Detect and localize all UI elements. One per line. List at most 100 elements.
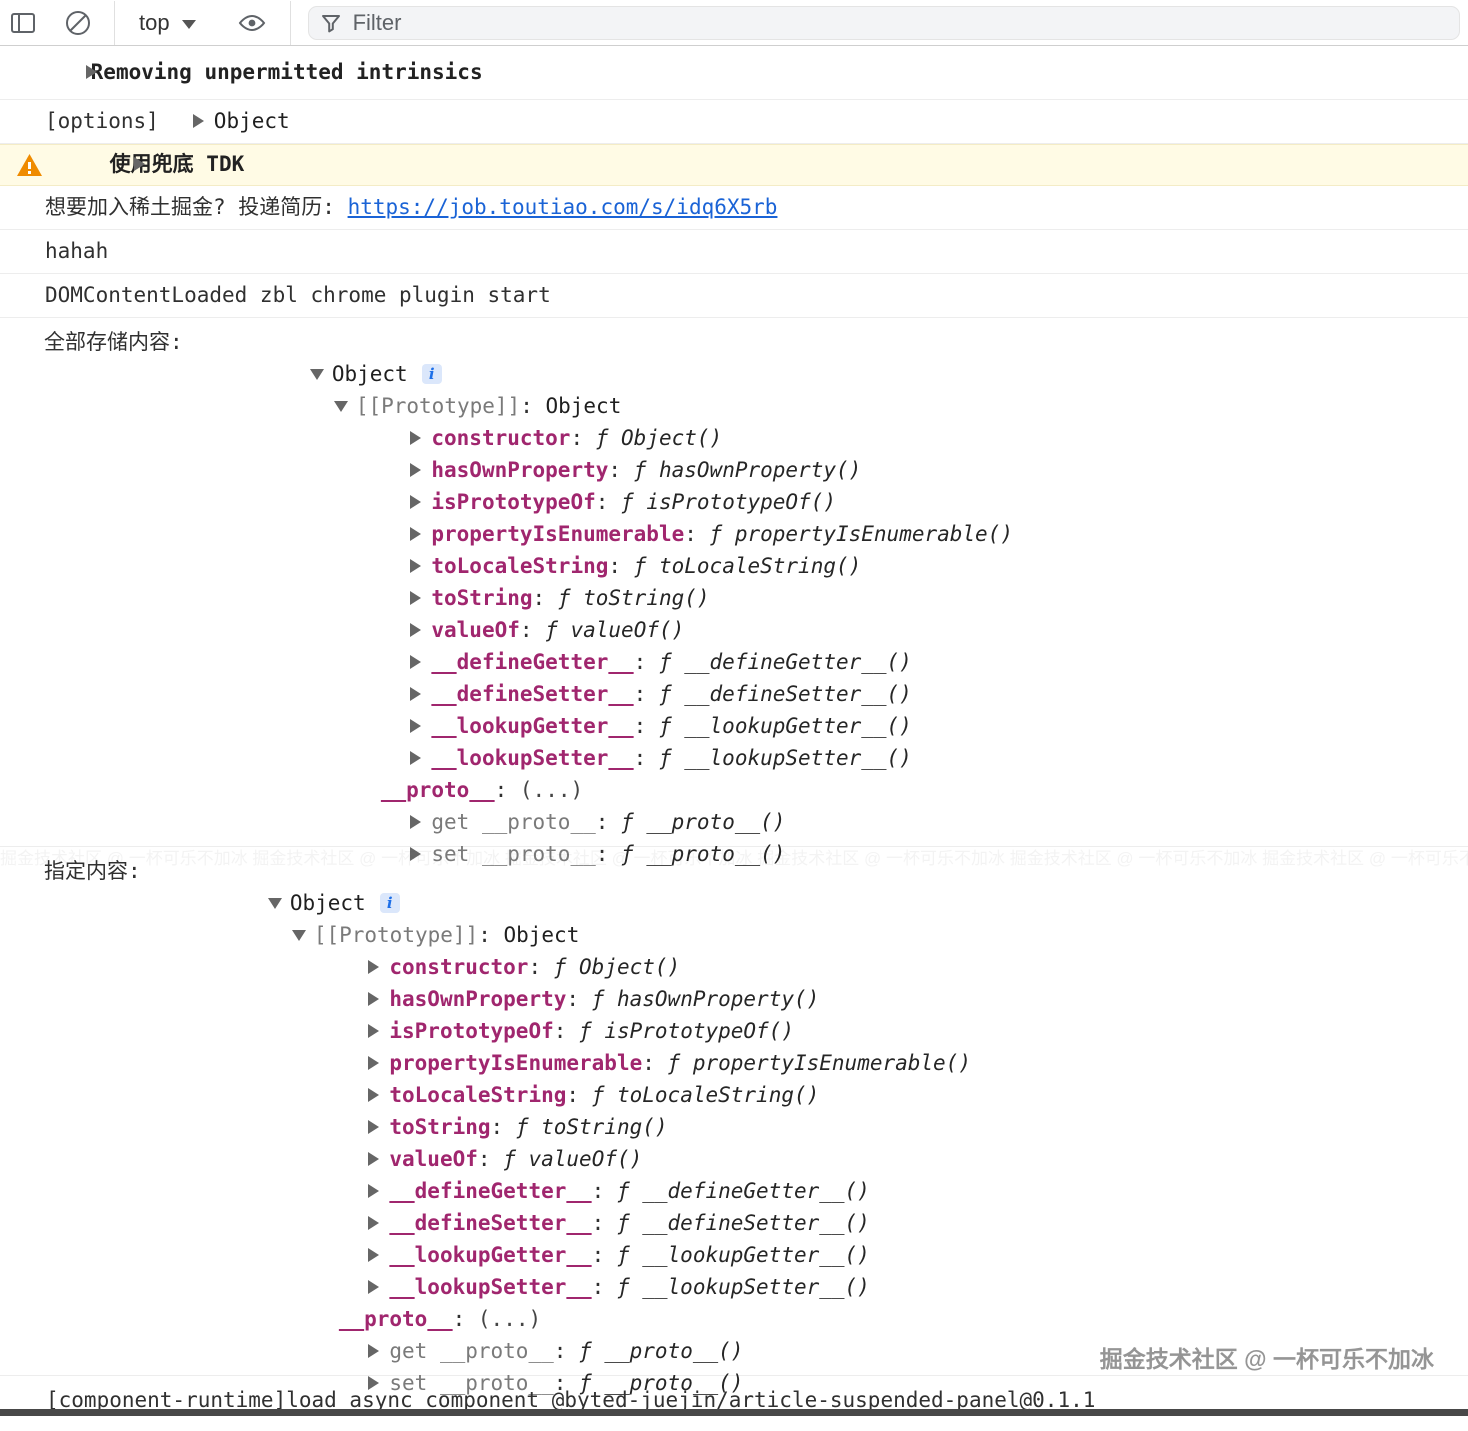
expand-arrow-icon[interactable] [368, 1216, 379, 1230]
expand-arrow-icon[interactable] [368, 1248, 379, 1262]
property-value: ƒ __defineGetter__() [617, 1179, 870, 1203]
object-label: Object [332, 362, 408, 386]
expand-arrow-icon[interactable] [410, 687, 421, 701]
colon: : [520, 394, 545, 418]
property-name: __proto__ [381, 778, 495, 802]
object-preview[interactable]: Object [193, 109, 290, 133]
filter-funnel-icon [319, 11, 343, 35]
expand-arrow-icon[interactable] [368, 1088, 379, 1102]
property-value: ƒ __defineSetter__() [659, 682, 912, 706]
expand-arrow-icon[interactable] [410, 431, 421, 445]
property-name: __defineGetter__ [389, 1179, 591, 1203]
property-value: ƒ valueOf() [503, 1147, 642, 1171]
colon: : [533, 586, 558, 610]
property-value: ƒ hasOwnProperty() [634, 458, 862, 482]
property-name: toString [431, 586, 532, 610]
property-name: __proto__ [339, 1307, 453, 1331]
toolbar-separator [114, 1, 115, 45]
property-name: __lookupSetter__ [431, 746, 633, 770]
property-value: ƒ propertyIsEnumerable() [668, 1051, 971, 1075]
collapse-arrow-icon[interactable] [310, 369, 324, 380]
property-name: constructor [431, 426, 570, 450]
property-name: __lookupGetter__ [431, 714, 633, 738]
bottom-divider-bar [0, 1409, 1468, 1416]
expand-arrow-icon[interactable] [368, 1184, 379, 1198]
expand-arrow-icon[interactable] [410, 559, 421, 573]
object-tree: Objecti [[Prototype]]: Object constructo… [167, 855, 971, 1367]
expand-ellipsis[interactable]: (...) [478, 1307, 541, 1331]
property-name: __lookupGetter__ [389, 1243, 591, 1267]
expand-arrow-icon[interactable] [410, 751, 421, 765]
property-name: valueOf [389, 1147, 478, 1171]
log-link[interactable]: https://job.toutiao.com/s/idq6X5rb [348, 195, 778, 219]
property-name: valueOf [431, 618, 520, 642]
filter-input[interactable] [353, 10, 1449, 36]
expand-arrow-icon[interactable] [134, 157, 145, 171]
colon: : [592, 1179, 617, 1203]
property-value: ƒ __defineSetter__() [617, 1211, 870, 1235]
javascript-context-selector[interactable]: top [139, 10, 196, 36]
property-name: isPrototypeOf [389, 1019, 553, 1043]
collapse-arrow-icon[interactable] [292, 930, 306, 941]
object-root-row[interactable]: Objecti [209, 326, 1013, 358]
console-group-row[interactable]: Removing unpermitted intrinsics [0, 46, 1468, 100]
expand-arrow-icon[interactable] [368, 960, 379, 974]
console-warning-row[interactable]: 使用兜底 TDK [0, 144, 1468, 186]
colon: : [566, 1083, 591, 1107]
property-name: propertyIsEnumerable [431, 522, 684, 546]
console-log-row: [options]Object [0, 100, 1468, 144]
expand-arrow-icon[interactable] [410, 527, 421, 541]
colon: : [528, 955, 553, 979]
log-text: DOMContentLoaded zbl chrome plugin start [45, 283, 551, 307]
clear-console-icon[interactable] [64, 9, 92, 37]
log-text: 全部存储内容: [44, 326, 183, 358]
collapse-arrow-icon[interactable] [334, 401, 348, 412]
warning-title: 使用兜底 TDK [110, 152, 245, 176]
property-list: constructor: ƒ Object() hasOwnProperty: … [167, 919, 971, 1271]
expand-arrow-icon[interactable] [368, 1056, 379, 1070]
property-name: __defineGetter__ [431, 650, 633, 674]
property-name: __defineSetter__ [431, 682, 633, 706]
property-value: ƒ hasOwnProperty() [592, 987, 820, 1011]
expand-arrow-icon[interactable] [410, 495, 421, 509]
toolbar-separator [290, 1, 291, 45]
console-log-row: 想要加入稀土掘金? 投递简历: https://job.toutiao.com/… [0, 186, 1468, 230]
expand-arrow-icon[interactable] [368, 1280, 379, 1294]
property-name: toLocaleString [389, 1083, 566, 1107]
expand-arrow-icon[interactable] [410, 655, 421, 669]
expand-ellipsis[interactable]: (...) [520, 778, 583, 802]
property-value: ƒ __lookupGetter__() [617, 1243, 870, 1267]
property-value: ƒ valueOf() [545, 618, 684, 642]
colon: : [554, 1019, 579, 1043]
property-name: hasOwnProperty [431, 458, 608, 482]
expand-arrow-icon[interactable] [410, 719, 421, 733]
live-expression-icon[interactable] [236, 10, 268, 36]
expand-arrow-icon[interactable] [368, 1120, 379, 1134]
expand-arrow-icon[interactable] [368, 1152, 379, 1166]
expand-arrow-icon[interactable] [368, 1024, 379, 1038]
expand-arrow-icon[interactable] [368, 1344, 379, 1358]
property-name: isPrototypeOf [431, 490, 595, 514]
object-label: Object [214, 109, 290, 133]
filter-box[interactable] [308, 6, 1460, 40]
expand-arrow-icon[interactable] [410, 463, 421, 477]
expand-arrow-icon[interactable] [410, 623, 421, 637]
expand-arrow-icon[interactable] [368, 992, 379, 1006]
colon: : [592, 1243, 617, 1267]
expand-arrow-icon[interactable] [86, 65, 97, 79]
console-toolbar: top [0, 0, 1468, 46]
property-name: [[Prototype]] [356, 394, 520, 418]
property-value: ƒ __defineGetter__() [659, 650, 912, 674]
console-sidebar-toggle-icon[interactable] [10, 11, 36, 35]
object-root-row[interactable]: Objecti [167, 855, 971, 887]
expand-arrow-icon[interactable] [410, 591, 421, 605]
collapse-arrow-icon[interactable] [268, 898, 282, 909]
property-value: ƒ __proto__() [579, 1339, 743, 1363]
console-log-row: [component-runtime]load async component … [0, 1376, 1468, 1426]
colon: : [608, 458, 633, 482]
colon: : [684, 522, 709, 546]
expand-arrow-icon[interactable] [193, 114, 204, 128]
expand-arrow-icon[interactable] [410, 815, 421, 829]
property-value: ƒ Object() [554, 955, 680, 979]
log-text: hahah [45, 239, 108, 263]
